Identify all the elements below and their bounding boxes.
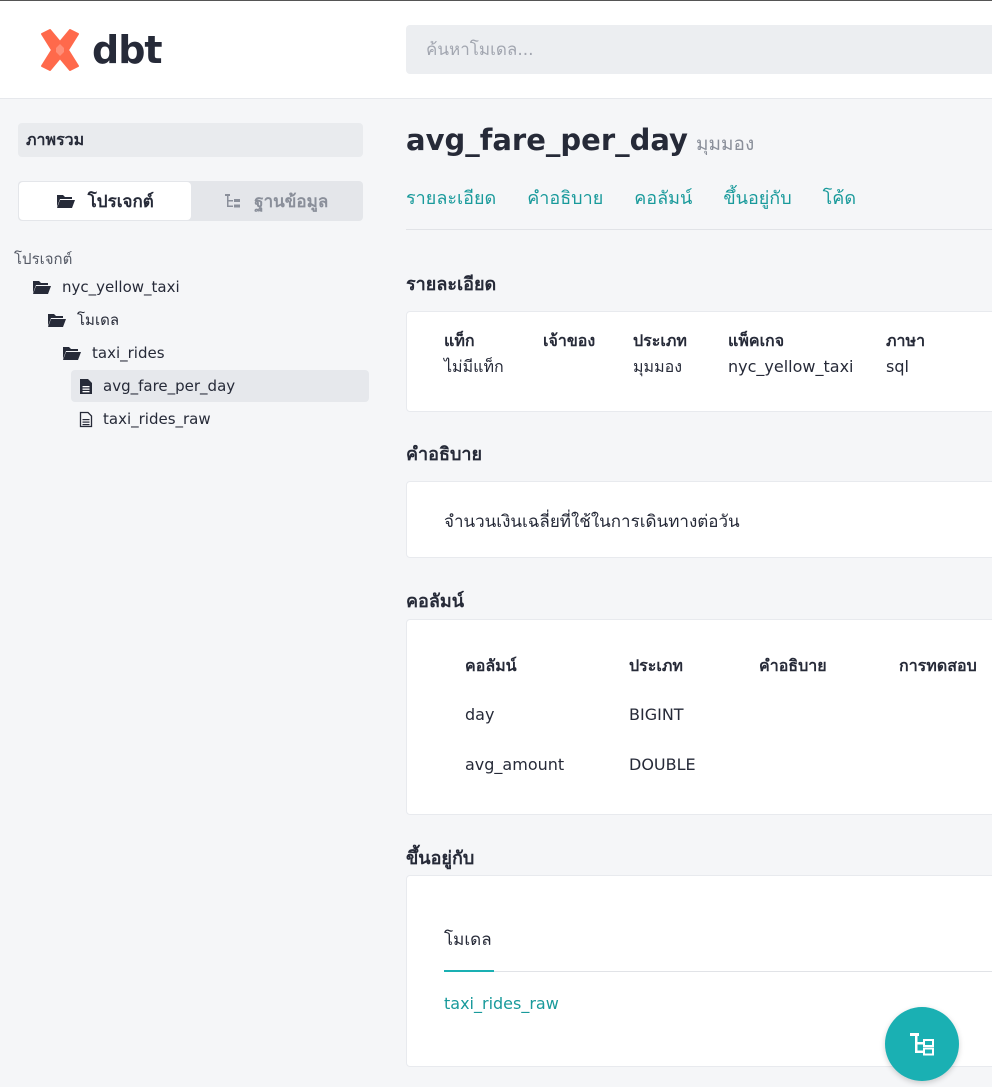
document-icon <box>80 378 92 394</box>
tab-details[interactable]: รายละเอียด <box>406 183 496 212</box>
detail-value: nyc_yellow_taxi <box>728 357 854 376</box>
search-input[interactable] <box>406 25 992 74</box>
detail-value: ไม่มีแท็ก <box>444 357 504 376</box>
overview-link[interactable]: ภาพรวม <box>18 123 363 157</box>
depends-on-models-tab[interactable]: โมเดล <box>444 926 492 953</box>
tree-item-taxi-rides-raw[interactable]: taxi_rides_raw <box>79 403 211 435</box>
columns-section-title: คอลัมน์ <box>406 591 465 612</box>
folder-open-icon <box>33 281 51 294</box>
depends-on-section-title: ขึ้นอยู่กับ <box>406 848 475 869</box>
detail-label: เจ้าของ <box>543 331 596 350</box>
detail-label: ภาษา <box>886 331 926 350</box>
tree-item-label: โมเดล <box>77 311 120 329</box>
detail-package: แพ็คเกจ nyc_yellow_taxi <box>728 328 853 380</box>
column-header-type[interactable]: ประเภท <box>629 654 683 679</box>
tab-code[interactable]: โค้ด <box>823 183 856 212</box>
tab-columns[interactable]: คอลัมน์ <box>634 183 692 212</box>
column-row-type: BIGINT <box>629 705 684 724</box>
database-toggle-label: ฐานข้อมูล <box>254 191 329 212</box>
sidebar: ภาพรวม โปรเจกต์ ฐานข้อมูล โปรเจกต์ nyc_y… <box>0 99 384 1087</box>
description-section-title: คำอธิบาย <box>406 444 483 465</box>
detail-owner: เจ้าของ <box>543 328 595 354</box>
columns-card: คอลัมน์ ประเภท คำอธิบาย การทดสอบ day BIG… <box>406 619 992 815</box>
column-row-type: DOUBLE <box>629 755 696 774</box>
folder-open-icon <box>63 347 81 360</box>
detail-type: ประเภท มุมมอง <box>633 328 687 380</box>
active-tab-underline <box>444 970 494 972</box>
tree-item-models[interactable]: โมเดล <box>47 304 119 336</box>
tree-item-label: taxi_rides_raw <box>103 410 211 428</box>
section-tabs: รายละเอียด คำอธิบาย คอลัมน์ ขึ้นอยู่กับ … <box>406 183 887 212</box>
project-toggle-label: โปรเจกต์ <box>87 191 154 212</box>
tree-item-label: avg_fare_per_day <box>103 377 236 395</box>
detail-label: ประเภท <box>633 331 687 350</box>
detail-label: แพ็คเกจ <box>728 331 785 350</box>
document-outline-icon <box>79 411 93 427</box>
page-title: avg_fare_per_day มุมมอง <box>406 123 754 159</box>
detail-value: มุมมอง <box>633 357 683 376</box>
column-header-description[interactable]: คำอธิบาย <box>759 654 827 679</box>
dbt-logo[interactable]: dbt <box>36 26 163 74</box>
tree-item-taxi-rides[interactable]: taxi_rides <box>62 337 165 369</box>
folder-open-icon <box>48 314 66 327</box>
model-name: avg_fare_per_day <box>406 123 688 157</box>
tree-structure-icon <box>225 194 241 208</box>
tab-depends-on[interactable]: ขึ้นอยู่กับ <box>723 183 791 212</box>
depends-on-divider <box>444 971 992 972</box>
dbt-logo-icon <box>41 29 79 71</box>
column-header-name[interactable]: คอลัมน์ <box>465 654 517 679</box>
detail-label: แท็ก <box>444 331 475 350</box>
details-section-title: รายละเอียด <box>406 274 497 295</box>
lineage-graph-icon <box>910 1033 934 1056</box>
model-type: มุมมอง <box>695 133 755 155</box>
top-bar: dbt <box>0 1 992 99</box>
description-text: จำนวนเงินเฉลี่ยที่ใช้ในการเดินทางต่อวัน <box>444 512 740 532</box>
tabs-divider <box>406 229 992 230</box>
tree-item-avg-fare-per-day[interactable]: avg_fare_per_day <box>71 370 369 402</box>
lineage-graph-button[interactable] <box>885 1007 959 1081</box>
project-toggle-button[interactable]: โปรเจกต์ <box>19 182 191 220</box>
folder-open-icon <box>56 195 75 208</box>
model-detail-panel: avg_fare_per_day มุมมอง รายละเอียด คำอธิ… <box>406 99 992 1087</box>
dependency-link[interactable]: taxi_rides_raw <box>444 994 559 1013</box>
detail-value: sql <box>886 357 909 376</box>
detail-tags: แท็ก ไม่มีแท็ก <box>444 328 504 380</box>
view-toggle: โปรเจกต์ ฐานข้อมูล <box>18 181 363 221</box>
tree-item-nyc-yellow-taxi[interactable]: nyc_yellow_taxi <box>32 271 180 303</box>
detail-language: ภาษา sql <box>886 328 925 380</box>
tree-title: โปรเจกต์ <box>14 250 73 268</box>
logo-text: dbt <box>92 28 163 72</box>
column-row-name[interactable]: avg_amount <box>465 755 564 774</box>
tab-description[interactable]: คำอธิบาย <box>527 183 603 212</box>
tree-item-label: nyc_yellow_taxi <box>62 278 180 296</box>
tree-item-label: taxi_rides <box>92 344 165 362</box>
details-card: แท็ก ไม่มีแท็ก เจ้าของ ประเภท มุมมอง แพ็… <box>406 311 992 412</box>
column-header-tests[interactable]: การทดสอบ <box>899 654 977 679</box>
description-card: จำนวนเงินเฉลี่ยที่ใช้ในการเดินทางต่อวัน <box>406 481 992 558</box>
database-toggle-button[interactable]: ฐานข้อมูล <box>191 182 363 220</box>
column-row-name[interactable]: day <box>465 705 494 724</box>
